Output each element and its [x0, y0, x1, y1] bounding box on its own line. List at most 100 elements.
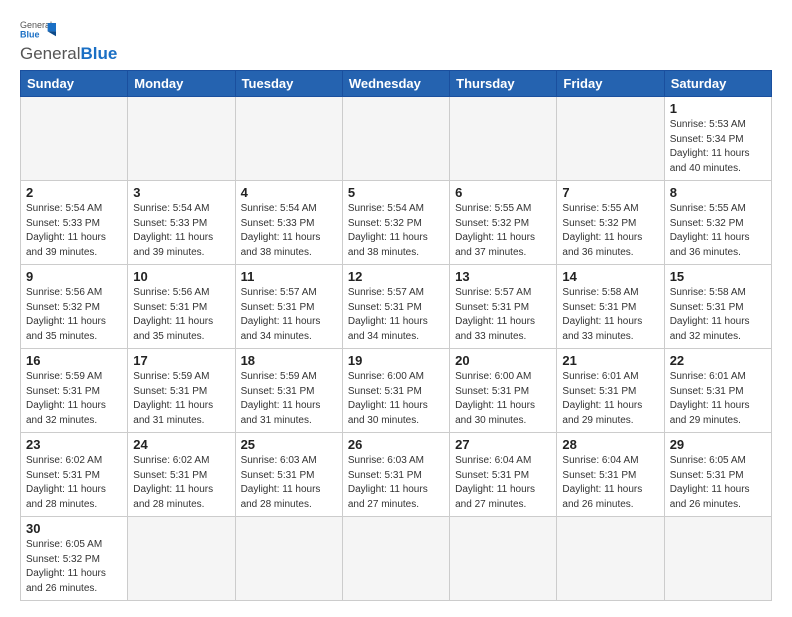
day-info: Sunrise: 6:01 AM Sunset: 5:31 PM Dayligh… — [562, 370, 658, 428]
day-info: Sunrise: 5:54 AM Sunset: 5:33 PM Dayligh… — [133, 202, 229, 260]
calendar-row: 16 Sunrise: 5:59 AM Sunset: 5:31 PM Dayli… — [21, 349, 772, 433]
day-info: Sunrise: 5:56 AM Sunset: 5:31 PM Dayligh… — [133, 286, 229, 344]
day-info: Sunrise: 6:05 AM Sunset: 5:32 PM Dayligh… — [26, 538, 122, 596]
generalblue-logo-icon: General Blue — [20, 18, 56, 40]
day-info: Sunrise: 5:57 AM Sunset: 5:31 PM Dayligh… — [348, 286, 444, 344]
day-number: 23 — [26, 437, 122, 452]
calendar-cell: 11Sunrise: 5:57 AM Sunset: 5:31 PM Dayli… — [235, 265, 342, 349]
calendar-cell — [450, 97, 557, 181]
weekday-header-tuesday: Tuesday — [235, 71, 342, 97]
calendar-cell: 14Sunrise: 5:58 AM Sunset: 5:31 PM Dayli… — [557, 265, 664, 349]
calendar-cell: 21 Sunrise: 6:01 AM Sunset: 5:31 PM Dayli… — [557, 349, 664, 433]
calendar-cell: 10 Sunrise: 5:56 AM Sunset: 5:31 PM Dayli… — [128, 265, 235, 349]
day-number: 22 — [670, 353, 766, 368]
calendar-cell: 16 Sunrise: 5:59 AM Sunset: 5:31 PM Dayli… — [21, 349, 128, 433]
page-header: General Blue GeneralBlue — [20, 16, 772, 64]
calendar-cell: 30 Sunrise: 6:05 AM Sunset: 5:32 PM Dayli… — [21, 517, 128, 601]
day-info: Sunrise: 5:58 AM Sunset: 5:31 PM Dayligh… — [562, 286, 658, 344]
svg-text:Blue: Blue — [20, 29, 40, 39]
logo-general: General — [20, 44, 80, 63]
day-info: Sunrise: 6:01 AM Sunset: 5:31 PM Dayligh… — [670, 370, 766, 428]
logo: General Blue GeneralBlue — [20, 16, 117, 64]
calendar-cell: 23 Sunrise: 6:02 AM Sunset: 5:31 PM Dayli… — [21, 433, 128, 517]
day-number: 7 — [562, 185, 658, 200]
calendar-cell — [128, 517, 235, 601]
day-info: Sunrise: 6:03 AM Sunset: 5:31 PM Dayligh… — [241, 454, 337, 512]
weekday-header-friday: Friday — [557, 71, 664, 97]
day-info: Sunrise: 5:59 AM Sunset: 5:31 PM Dayligh… — [26, 370, 122, 428]
day-number: 9 — [26, 269, 122, 284]
day-info: Sunrise: 5:56 AM Sunset: 5:32 PM Dayligh… — [26, 286, 122, 344]
calendar-row: 9 Sunrise: 5:56 AM Sunset: 5:32 PM Daylig… — [21, 265, 772, 349]
calendar-cell: 26Sunrise: 6:03 AM Sunset: 5:31 PM Dayli… — [342, 433, 449, 517]
calendar-cell — [450, 517, 557, 601]
calendar-cell: 6 Sunrise: 5:55 AM Sunset: 5:32 PM Daylig… — [450, 181, 557, 265]
day-info: Sunrise: 5:59 AM Sunset: 5:31 PM Dayligh… — [133, 370, 229, 428]
calendar-cell: 15 Sunrise: 5:58 AM Sunset: 5:31 PM Dayli… — [664, 265, 771, 349]
day-info: Sunrise: 5:55 AM Sunset: 5:32 PM Dayligh… — [455, 202, 551, 260]
calendar-cell: 27Sunrise: 6:04 AM Sunset: 5:31 PM Dayli… — [450, 433, 557, 517]
weekday-header-wednesday: Wednesday — [342, 71, 449, 97]
day-number: 21 — [562, 353, 658, 368]
day-info: Sunrise: 5:54 AM Sunset: 5:33 PM Dayligh… — [241, 202, 337, 260]
calendar-cell — [128, 97, 235, 181]
calendar-cell: 13 Sunrise: 5:57 AM Sunset: 5:31 PM Dayli… — [450, 265, 557, 349]
calendar-cell: 25 Sunrise: 6:03 AM Sunset: 5:31 PM Dayli… — [235, 433, 342, 517]
day-info: Sunrise: 6:05 AM Sunset: 5:31 PM Dayligh… — [670, 454, 766, 512]
day-info: Sunrise: 5:55 AM Sunset: 5:32 PM Dayligh… — [670, 202, 766, 260]
calendar-cell: 20 Sunrise: 6:00 AM Sunset: 5:31 PM Dayli… — [450, 349, 557, 433]
day-number: 10 — [133, 269, 229, 284]
day-number: 4 — [241, 185, 337, 200]
calendar-row: 30 Sunrise: 6:05 AM Sunset: 5:32 PM Dayli… — [21, 517, 772, 601]
calendar-cell: 29 Sunrise: 6:05 AM Sunset: 5:31 PM Dayli… — [664, 433, 771, 517]
day-number: 20 — [455, 353, 551, 368]
day-info: Sunrise: 5:57 AM Sunset: 5:31 PM Dayligh… — [455, 286, 551, 344]
calendar-cell: 18Sunrise: 5:59 AM Sunset: 5:31 PM Dayli… — [235, 349, 342, 433]
calendar-row: 2 Sunrise: 5:54 AM Sunset: 5:33 PM Daylig… — [21, 181, 772, 265]
day-number: 5 — [348, 185, 444, 200]
weekday-header-thursday: Thursday — [450, 71, 557, 97]
weekday-header-saturday: Saturday — [664, 71, 771, 97]
calendar-cell: 8 Sunrise: 5:55 AM Sunset: 5:32 PM Daylig… — [664, 181, 771, 265]
day-info: Sunrise: 6:04 AM Sunset: 5:31 PM Dayligh… — [562, 454, 658, 512]
day-number: 6 — [455, 185, 551, 200]
day-number: 29 — [670, 437, 766, 452]
day-number: 3 — [133, 185, 229, 200]
day-info: Sunrise: 5:54 AM Sunset: 5:32 PM Dayligh… — [348, 202, 444, 260]
day-number: 8 — [670, 185, 766, 200]
day-info: Sunrise: 5:59 AM Sunset: 5:31 PM Dayligh… — [241, 370, 337, 428]
calendar-cell — [235, 517, 342, 601]
calendar-cell: 28Sunrise: 6:04 AM Sunset: 5:31 PM Dayli… — [557, 433, 664, 517]
calendar-cell — [21, 97, 128, 181]
calendar-row: 1Sunrise: 5:53 AM Sunset: 5:34 PM Daylig… — [21, 97, 772, 181]
calendar-cell — [342, 517, 449, 601]
day-number: 2 — [26, 185, 122, 200]
day-info: Sunrise: 5:58 AM Sunset: 5:31 PM Dayligh… — [670, 286, 766, 344]
day-number: 30 — [26, 521, 122, 536]
weekday-header-row: SundayMondayTuesdayWednesdayThursdayFrid… — [21, 71, 772, 97]
day-number: 11 — [241, 269, 337, 284]
day-info: Sunrise: 6:00 AM Sunset: 5:31 PM Dayligh… — [455, 370, 551, 428]
calendar-cell: 9 Sunrise: 5:56 AM Sunset: 5:32 PM Daylig… — [21, 265, 128, 349]
day-number: 13 — [455, 269, 551, 284]
day-number: 15 — [670, 269, 766, 284]
day-number: 1 — [670, 101, 766, 116]
day-info: Sunrise: 6:00 AM Sunset: 5:31 PM Dayligh… — [348, 370, 444, 428]
day-number: 17 — [133, 353, 229, 368]
day-number: 16 — [26, 353, 122, 368]
svg-text:General: General — [20, 20, 52, 30]
day-number: 25 — [241, 437, 337, 452]
calendar-cell — [235, 97, 342, 181]
calendar-cell: 12Sunrise: 5:57 AM Sunset: 5:31 PM Dayli… — [342, 265, 449, 349]
weekday-header-sunday: Sunday — [21, 71, 128, 97]
calendar-cell — [557, 517, 664, 601]
calendar-cell: 7Sunrise: 5:55 AM Sunset: 5:32 PM Daylig… — [557, 181, 664, 265]
calendar-cell: 3 Sunrise: 5:54 AM Sunset: 5:33 PM Daylig… — [128, 181, 235, 265]
calendar-cell: 1Sunrise: 5:53 AM Sunset: 5:34 PM Daylig… — [664, 97, 771, 181]
calendar-cell: 17 Sunrise: 5:59 AM Sunset: 5:31 PM Dayli… — [128, 349, 235, 433]
calendar-cell: 24Sunrise: 6:02 AM Sunset: 5:31 PM Dayli… — [128, 433, 235, 517]
day-info: Sunrise: 6:03 AM Sunset: 5:31 PM Dayligh… — [348, 454, 444, 512]
calendar-row: 23 Sunrise: 6:02 AM Sunset: 5:31 PM Dayli… — [21, 433, 772, 517]
day-number: 19 — [348, 353, 444, 368]
day-info: Sunrise: 6:02 AM Sunset: 5:31 PM Dayligh… — [26, 454, 122, 512]
